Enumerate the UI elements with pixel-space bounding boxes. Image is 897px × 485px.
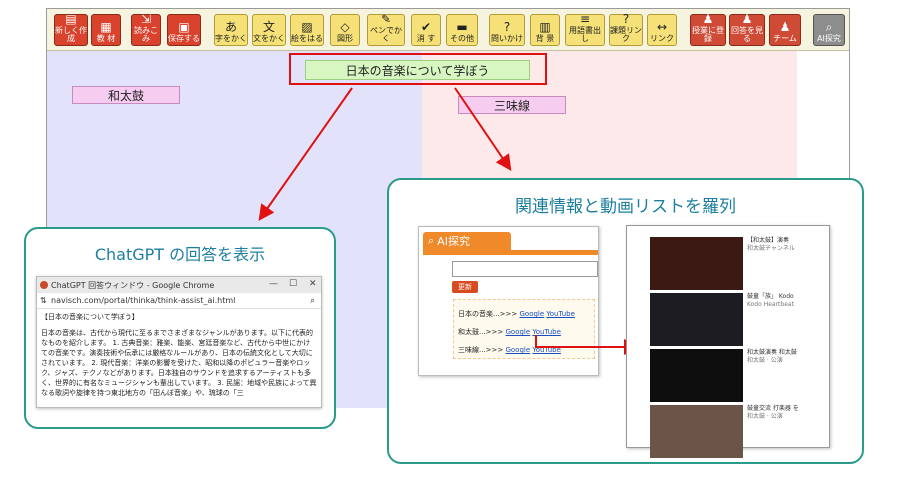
list-item: 鼓童「族」 Kodo Kodo Heartbeat bbox=[747, 293, 794, 308]
video-thumbnail[interactable] bbox=[650, 293, 743, 346]
video-thumbnail[interactable] bbox=[650, 405, 743, 458]
video-thumbnail[interactable] bbox=[650, 237, 743, 290]
list-item: 和太鼓演奏 和太鼓 和太鼓 · 公演 bbox=[747, 349, 797, 364]
list-item: 【和太鼓】演奏 和太鼓チャンネル bbox=[747, 237, 795, 252]
video-thumbnail[interactable] bbox=[650, 349, 743, 402]
list-item: 鼓童交流 打楽器 を和太鼓 · 公演 bbox=[747, 405, 799, 420]
video-list: 【和太鼓】演奏 和太鼓チャンネル 鼓童「族」 Kodo Kodo Heartbeat… bbox=[626, 225, 830, 458]
